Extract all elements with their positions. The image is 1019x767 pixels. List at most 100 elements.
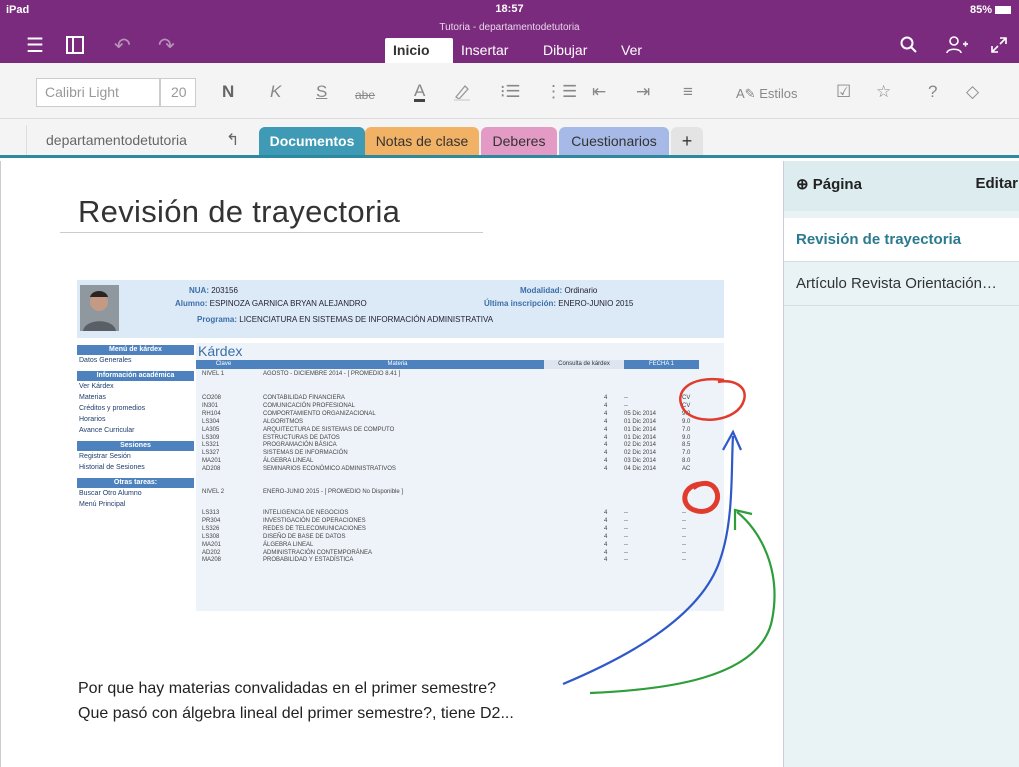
table-row: MA208 PROBABILIDAD Y ESTADÍSTICA 4 -- -- <box>196 557 724 565</box>
cell-creditos: 4 <box>604 541 608 548</box>
menu-icon[interactable]: ☰ <box>26 36 44 56</box>
cell-materia: ÁLGEBRA LINEAL <box>263 541 314 548</box>
tab-ver[interactable]: Ver <box>613 38 650 63</box>
cell-calificacion: 9.0 <box>682 434 691 441</box>
highlighter-icon[interactable] <box>452 82 472 107</box>
more-tags-icon[interactable]: ◇ <box>966 82 979 102</box>
cell-calificacion: -- <box>682 510 686 516</box>
tab-documentos[interactable]: Documentos <box>259 127 365 155</box>
cell-calificacion: -- <box>682 533 686 540</box>
underline-button[interactable]: S <box>316 82 327 102</box>
table-row: LS326 REDES DE TELECOMUNICACIONES 4 -- -- <box>196 526 724 534</box>
cell-fecha: 05 Dic 2014 <box>624 410 657 417</box>
kardex-menu-item[interactable]: Buscar Otro Alumno <box>79 490 142 497</box>
tab-cuestionarios[interactable]: Cuestionarios <box>559 127 669 155</box>
title-underline <box>60 232 483 233</box>
cell-calificacion: 8.0 <box>682 458 691 465</box>
back-arrow-icon[interactable]: ↰ <box>226 130 239 150</box>
tab-insertar[interactable]: Insertar <box>453 38 516 63</box>
kardex-level-row: NIVEL 2 ENERO-JUNIO 2015 - [ PROMEDIO No … <box>196 489 724 497</box>
cell-fecha: 01 Dic 2014 <box>624 426 657 433</box>
cell-clave: MA208 <box>202 557 222 564</box>
note-line-2[interactable]: Que pasó con álgebra lineal del primer s… <box>78 705 514 723</box>
increase-indent-icon[interactable]: ⇥ <box>636 82 650 102</box>
kardex-menu-item[interactable]: Menú Principal <box>79 501 125 508</box>
align-icon[interactable]: ≡ <box>683 82 693 102</box>
cell-creditos: 4 <box>604 395 608 401</box>
cell-calificacion: 9.0 <box>682 410 691 417</box>
share-person-icon[interactable] <box>946 36 968 58</box>
cell-creditos: 4 <box>604 510 608 516</box>
add-section-button[interactable]: + <box>671 127 703 155</box>
tab-inicio[interactable]: Inicio <box>385 38 453 63</box>
todo-checkbox-icon[interactable]: ☑ <box>836 82 851 102</box>
cell-fecha: 04 Dic 2014 <box>624 466 657 473</box>
cell-fecha: -- <box>624 525 628 532</box>
undo-icon[interactable]: ↶ <box>114 36 131 56</box>
strikethrough-button[interactable]: abe <box>355 85 375 105</box>
numbered-list-icon[interactable]: ⋮☰ <box>545 82 577 102</box>
font-color-button[interactable]: A <box>414 82 426 102</box>
kardex-menu: Menú de kárdex Datos Generales Información… <box>77 343 194 611</box>
bold-button[interactable]: N <box>222 82 234 102</box>
cell-fecha: 02 Dic 2014 <box>624 450 657 457</box>
kardex-menu-item[interactable]: Horarios <box>79 416 105 423</box>
add-page-button[interactable]: ⊕ Página <box>796 175 862 193</box>
kardex-menu-item[interactable]: Créditos y promedios <box>79 405 145 412</box>
cell-materia: PROGRAMACIÓN BÁSICA <box>263 442 337 449</box>
kardex-menu-item[interactable]: Ver Kárdex <box>79 383 114 390</box>
italic-button[interactable]: K <box>270 82 281 102</box>
edit-pages-button[interactable]: Editar <box>975 175 1018 192</box>
kardex-menu-item[interactable]: Avance Curricular <box>79 427 135 434</box>
cell-materia: COMUNICACIÓN PROFESIONAL <box>263 402 356 409</box>
col-consulta: Consulta de kárdex <box>544 360 624 369</box>
cell-clave: CO208 <box>202 395 222 401</box>
kardex-table: Kárdex Clave Materia Consulta de kárdex … <box>196 343 724 611</box>
programa-line: Programa: LICENCIATURA EN SISTEMAS DE IN… <box>197 315 494 324</box>
font-size-field[interactable]: 20 <box>160 78 196 107</box>
cell-clave: LS321 <box>202 442 220 449</box>
kardex-menu-item[interactable]: Historial de Sesiones <box>79 464 145 471</box>
redo-icon[interactable]: ↷ <box>158 36 175 56</box>
fullscreen-icon[interactable] <box>990 36 1008 58</box>
tab-notas-de-clase[interactable]: Notas de clase <box>365 127 479 155</box>
table-row: LS304 ALGORITMOS 4 01 Dic 2014 9.0 <box>196 419 724 427</box>
note-line-1[interactable]: Por que hay materias convalidadas en el … <box>78 680 496 698</box>
styles-button[interactable]: A✎ Estilos <box>736 84 798 104</box>
cell-materia: CONTABILIDAD FINANCIERA <box>263 395 345 401</box>
table-row: AD208 SEMINARIOS ECONÓMICO ADMINISTRATIVO… <box>196 466 724 474</box>
page-item-articulo[interactable]: Artículo Revista Orientación… <box>784 262 1019 306</box>
add-page-label: Página <box>812 176 862 193</box>
notebook-name[interactable]: departamentodetutoria <box>46 132 187 148</box>
cell-fecha: -- <box>624 533 628 540</box>
kardex-menu-item[interactable]: Datos Generales <box>79 357 132 364</box>
tab-dibujar[interactable]: Dibujar <box>535 38 595 63</box>
kardex-menu-item[interactable]: Materias <box>79 394 106 401</box>
ribbon: Tutoria - departamentodetutoria ☰ ↶ ↷ In… <box>0 20 1019 63</box>
kardex-menu-header: Información académica <box>77 371 194 381</box>
bullet-list-icon[interactable]: ⁝☰ <box>500 82 521 102</box>
cell-calificacion: -- <box>682 549 686 556</box>
page-item-revision[interactable]: Revisión de trayectoria <box>784 218 1019 262</box>
kardex-menu-item[interactable]: Registrar Sesión <box>79 453 131 460</box>
col-materia: Materia <box>251 360 544 369</box>
star-tag-icon[interactable]: ☆ <box>876 82 891 102</box>
cell-clave: PR304 <box>202 517 221 524</box>
question-tag-icon[interactable]: ? <box>928 82 937 102</box>
tab-deberes[interactable]: Deberes <box>481 127 557 155</box>
cell-calificacion: -- <box>682 525 686 532</box>
clock: 18:57 <box>495 3 524 15</box>
kardex-screenshot: NUA: 203156 Alumno: ESPINOZA GARNICA BRY… <box>77 280 724 611</box>
cell-clave: LS326 <box>202 525 220 532</box>
font-name-field[interactable]: Calibri Light <box>36 78 160 107</box>
battery-icon <box>995 6 1011 15</box>
cell-creditos: 4 <box>604 410 608 417</box>
search-icon[interactable] <box>900 36 918 58</box>
page-title[interactable]: Revisión de trayectoria <box>78 194 400 230</box>
decrease-indent-icon[interactable]: ⇤ <box>592 82 606 102</box>
cell-fecha: -- <box>624 517 628 524</box>
cell-clave: AD208 <box>202 466 221 473</box>
kardex-level-row: NIVEL 1 AGOSTO - DICIEMBRE 2014 - [ PROME… <box>196 371 724 379</box>
notebooks-panel-icon[interactable] <box>66 36 86 58</box>
battery-status: 85% <box>970 4 1011 16</box>
